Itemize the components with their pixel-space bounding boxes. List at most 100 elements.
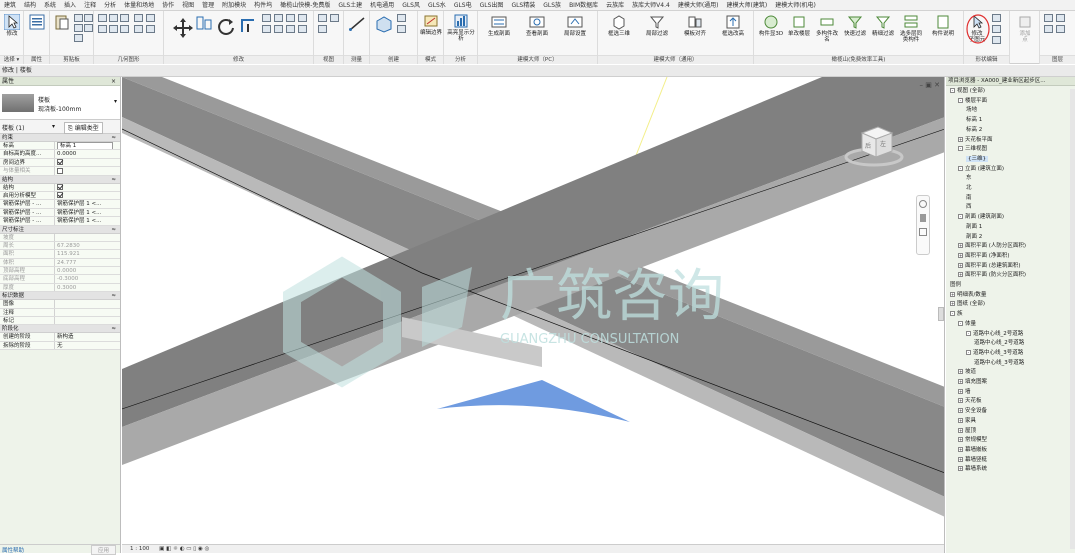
property-value[interactable]	[55, 159, 120, 166]
property-value[interactable]: 0.3000	[55, 284, 120, 291]
temp-hide-icon[interactable]: ◉	[198, 546, 203, 552]
rotate-icon[interactable]	[216, 17, 236, 37]
expand-icon[interactable]: +	[958, 466, 963, 472]
property-value[interactable]: 115.921	[55, 250, 120, 257]
ribbon-tab[interactable]: 构件坞	[250, 0, 276, 10]
zoom-icon[interactable]	[919, 228, 927, 236]
add-split-line-icon[interactable]	[992, 25, 1001, 33]
property-checkbox[interactable]	[57, 192, 63, 199]
ribbon-tab[interactable]: 插入	[60, 0, 80, 10]
jm-pc-btn-0[interactable]: 生成剖面	[482, 14, 516, 37]
property-value[interactable]	[55, 309, 120, 316]
jm-general-btn-1[interactable]: 局部过滤	[640, 14, 674, 37]
browser-tree-item[interactable]: 道路中心线_3号道路	[974, 360, 1024, 367]
reveal-hidden-icon[interactable]: ◎	[205, 546, 210, 552]
ribbon-tab[interactable]: GLS土建	[334, 0, 366, 10]
browser-tree-item[interactable]: + 天花板	[958, 398, 982, 405]
browser-tree-item[interactable]: 东	[966, 175, 972, 182]
collapse-icon[interactable]: -	[950, 88, 955, 93]
join-geometry-icon[interactable]	[120, 14, 129, 22]
browser-tree-item[interactable]: + 天花板平面	[958, 136, 993, 144]
ribbon-tab[interactable]: 管理	[198, 0, 218, 10]
layer-icon[interactable]	[1044, 14, 1053, 22]
ribbon-tab[interactable]: GLS电	[450, 0, 476, 10]
property-checkbox[interactable]	[57, 159, 63, 166]
sun-path-icon[interactable]: ☼	[173, 546, 178, 552]
property-section-header[interactable]: 阶段化 ≈	[0, 325, 120, 334]
delete-icon[interactable]	[298, 25, 307, 33]
expand-icon[interactable]: +	[958, 388, 963, 394]
gls-btn-6[interactable]: 构件说明	[926, 14, 960, 37]
ribbon-tab[interactable]: 族库大师V4.4	[628, 0, 674, 10]
property-value[interactable]: 0.0000	[55, 150, 120, 157]
browser-tree-item[interactable]: + 填充图案	[958, 379, 987, 386]
expand-icon[interactable]: +	[958, 446, 963, 452]
collapse-icon[interactable]: ≈	[111, 176, 116, 184]
create-parts-icon[interactable]	[397, 14, 406, 22]
browser-tree-item[interactable]: + 面积平面 (净面积)	[958, 252, 1010, 260]
pick-supports-icon[interactable]	[992, 36, 1001, 44]
expand-icon[interactable]: +	[958, 437, 963, 443]
collapse-icon[interactable]: -	[966, 349, 971, 355]
modify-tool-button[interactable]: 修改	[2, 14, 22, 37]
uncut-geometry-icon[interactable]	[109, 14, 118, 22]
browser-tree-item[interactable]: + 坡道	[958, 369, 976, 376]
jm-general-btn-3[interactable]: 框选改高	[716, 14, 750, 37]
property-value[interactable]: 钢筋保护层 1 <...	[55, 200, 120, 207]
property-checkbox[interactable]	[57, 184, 63, 191]
ribbon-tab[interactable]: 注释	[80, 0, 100, 10]
hide-icon[interactable]	[318, 14, 327, 22]
expand-icon[interactable]: +	[958, 398, 963, 404]
browser-tree-item[interactable]: 剖面 2	[966, 234, 982, 241]
join-icon[interactable]	[84, 14, 93, 22]
steering-wheel-icon[interactable]	[919, 200, 927, 208]
browser-tree-item[interactable]: + 面积平面 (总建筑面积)	[958, 262, 1021, 270]
move-icon[interactable]	[172, 17, 194, 39]
align-icon[interactable]	[196, 16, 212, 30]
browser-tree-item[interactable]: - 三维视图	[958, 146, 987, 153]
wall-join-icon[interactable]	[134, 14, 143, 22]
browser-tree-item[interactable]: + 屋顶	[958, 427, 976, 435]
visual-style-icon[interactable]: ◧	[166, 546, 171, 552]
browser-tree-item[interactable]: 图例	[950, 282, 961, 289]
browser-tree-item[interactable]: + 图纸 (全部)	[950, 301, 985, 308]
browser-scrollbar[interactable]	[1070, 89, 1075, 549]
expand-icon[interactable]: +	[958, 252, 963, 258]
crop-view-icon[interactable]: ▭	[186, 546, 191, 552]
ribbon-tab[interactable]: GLS风	[398, 0, 424, 10]
expand-icon[interactable]: +	[958, 369, 963, 375]
select-group-label[interactable]: 选择 ▾	[0, 55, 23, 64]
browser-tree-item[interactable]: + 墙	[958, 388, 971, 396]
copy-icon[interactable]	[74, 24, 83, 32]
browser-tree-item[interactable]: 标高 2	[966, 127, 982, 134]
cut-geometry-icon[interactable]	[98, 14, 107, 22]
collapse-icon[interactable]: -	[958, 97, 963, 103]
offset-icon[interactable]	[262, 14, 271, 22]
browser-tree-item[interactable]: + 家具	[958, 417, 976, 425]
gls-btn-0[interactable]: 构件显3D	[758, 14, 784, 37]
expand-icon[interactable]: +	[958, 408, 963, 414]
collapse-icon[interactable]: -	[966, 330, 971, 336]
ribbon-tab[interactable]: 系统	[40, 0, 60, 10]
gls-btn-4[interactable]: 精细过滤	[870, 14, 896, 37]
browser-tree-item[interactable]: 南	[966, 195, 972, 202]
property-value[interactable]: 67.2830	[55, 242, 120, 249]
collapse-icon[interactable]: ≈	[111, 325, 116, 333]
copy-clipboard-icon[interactable]	[84, 24, 93, 32]
property-value[interactable]: 钢筋保护层 1 <...	[55, 217, 120, 224]
remove-paint-icon[interactable]	[146, 14, 155, 22]
property-value[interactable]	[55, 167, 120, 174]
isolate-icon[interactable]	[318, 25, 327, 33]
collapse-icon[interactable]: -	[958, 320, 963, 326]
ribbon-tab[interactable]: 附加模块	[218, 0, 250, 10]
close-view-icon[interactable]: ✕	[934, 81, 940, 89]
ribbon-tab[interactable]: 结构	[20, 0, 40, 10]
ribbon-tab[interactable]: 建筑	[0, 0, 20, 10]
expand-icon[interactable]: +	[958, 456, 963, 462]
layer-4-icon[interactable]	[1056, 25, 1065, 33]
browser-tree-item[interactable]: + 安全设备	[958, 408, 987, 415]
ribbon-tab[interactable]: 橄榄山快模-免费版	[276, 0, 334, 10]
browser-tree-item[interactable]: - 道路中心线_3号道路	[966, 349, 1023, 357]
property-value[interactable]: 标高 1	[55, 142, 120, 150]
chevron-down-icon[interactable]: ▾	[52, 123, 55, 130]
